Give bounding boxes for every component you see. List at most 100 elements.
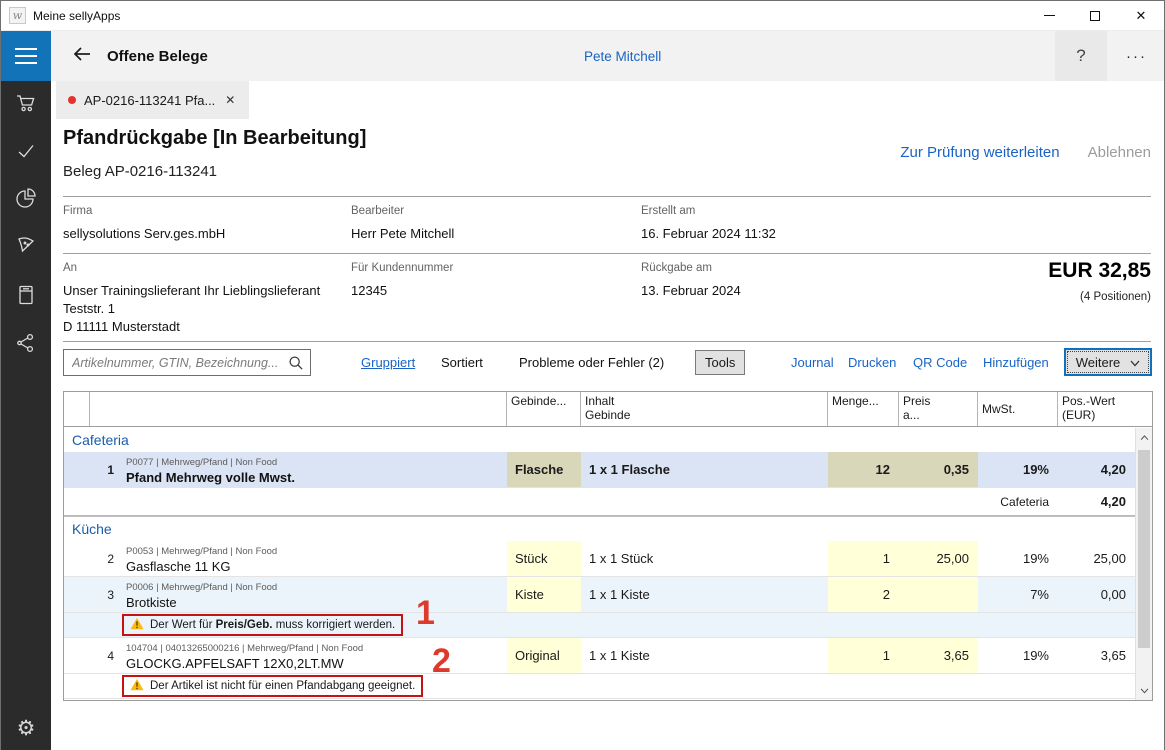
col-gebinde-header[interactable]: Gebinde... [507, 392, 581, 426]
mwst-cell: 7% [978, 577, 1058, 612]
red-annotation-2: 2 [432, 644, 451, 678]
gebinde-cell[interactable]: Original [507, 638, 581, 673]
gebinde-cell[interactable]: Flasche [507, 452, 581, 487]
table-row[interactable]: 1 P0077 | Mehrweg/Pfand | Non Food Pfand… [64, 452, 1135, 488]
menge-cell[interactable]: 12 [828, 452, 899, 487]
page-title: Offene Belege [107, 48, 208, 65]
inhalt-cell: 1 x 1 Kiste [581, 638, 828, 673]
filter-sortiert[interactable]: Sortiert [441, 355, 483, 370]
filter-gruppiert[interactable]: Gruppiert [361, 355, 415, 370]
book-icon [14, 283, 38, 312]
scrollbar-thumb[interactable] [1138, 450, 1150, 648]
settings-gear-icon[interactable]: ⚙ [17, 716, 36, 740]
col-preis-header[interactable]: Preis a... [899, 392, 978, 426]
drucken-link[interactable]: Drucken [848, 355, 896, 370]
col-poswert-header[interactable]: Pos.-Wert (EUR) [1058, 392, 1152, 426]
scroll-up-icon[interactable] [1136, 430, 1152, 445]
menge-cell[interactable]: 1 [828, 638, 899, 673]
group-header-cafeteria[interactable]: Cafeteria [64, 427, 1135, 452]
erstellt-value: 16. Februar 2024 11:32 [641, 225, 776, 243]
help-button[interactable]: ? [1055, 31, 1107, 81]
back-button[interactable] [71, 44, 93, 69]
article-search [63, 349, 311, 376]
search-icon[interactable] [288, 355, 310, 370]
col-menge-header[interactable]: Menge... [828, 392, 899, 426]
table-scrollbar[interactable] [1135, 428, 1152, 700]
divider [63, 341, 1151, 342]
menge-cell[interactable]: 2 [828, 577, 899, 612]
qr-code-link[interactable]: QR Code [913, 355, 967, 370]
warning-row: Der Artikel ist nicht für einen Pfandabg… [64, 674, 1135, 699]
filter-probleme-fehler[interactable]: Probleme oder Fehler (2) [519, 355, 664, 370]
document-title: Pfandrückgabe [In Bearbeitung] [63, 127, 366, 150]
forward-for-review-button[interactable]: Zur Prüfung weiterleiten [900, 144, 1059, 161]
search-input[interactable] [64, 356, 288, 370]
poswert-cell: 4,20 [1058, 452, 1135, 487]
minimize-button[interactable] [1026, 1, 1072, 31]
inhalt-cell: 1 x 1 Kiste [581, 577, 828, 612]
article-cell: 3 P0006 | Mehrweg/Pfand | Non Food Brotk… [90, 577, 507, 612]
preis-cell[interactable]: 3,65 [899, 638, 978, 673]
gebinde-cell[interactable]: Stück [507, 541, 581, 576]
poswert-cell: 3,65 [1058, 638, 1135, 673]
hamburger-menu-button[interactable] [1, 31, 51, 81]
sidebar-item-tasks[interactable] [1, 129, 51, 177]
maximize-button[interactable] [1072, 1, 1118, 31]
table-row[interactable]: 4 104704 | 04013265000216 | Mehrweg/Pfan… [64, 638, 1135, 674]
unsaved-dot-icon [68, 96, 76, 104]
group-header-kueche[interactable]: Küche [64, 516, 1135, 541]
document-tab[interactable]: AP-0216-113241 Pfa... ✕ [56, 81, 249, 119]
mwst-cell: 19% [978, 638, 1058, 673]
close-button[interactable]: ✕ [1118, 1, 1164, 31]
table-toolbar: Gruppiert Sortiert Probleme oder Fehler … [51, 347, 1164, 383]
total-amount: EUR 32,85 [1048, 259, 1151, 283]
positions-table: Gebinde... Inhalt Gebinde Menge... Preis… [63, 391, 1153, 701]
window-titlebar: w Meine sellyApps ✕ [1, 1, 1164, 31]
table-row[interactable]: 2 P0053 | Mehrweg/Pfand | Non Food Gasfl… [64, 541, 1135, 577]
user-name[interactable]: Pete Mitchell [584, 31, 661, 81]
preis-cell[interactable] [899, 577, 978, 612]
table-row[interactable]: 3 P0006 | Mehrweg/Pfand | Non Food Brotk… [64, 577, 1135, 613]
article-code: 104704 | 04013265000216 | Mehrweg/Pfand … [126, 642, 363, 655]
mwst-cell: 19% [978, 452, 1058, 487]
menge-cell[interactable]: 1 [828, 541, 899, 576]
col-article-header[interactable] [90, 392, 507, 426]
kundennummer-label: Für Kundennummer [351, 262, 453, 274]
tools-button[interactable]: Tools [695, 350, 745, 375]
an-line2: Teststr. 1 [63, 300, 320, 318]
an-line3: D 11111 Musterstadt [63, 318, 320, 336]
reject-button[interactable]: Ablehnen [1088, 144, 1151, 161]
more-options-button[interactable]: ··· [1109, 31, 1164, 81]
bearbeiter-label: Bearbeiter [351, 205, 404, 217]
col-inhalt-header[interactable]: Inhalt Gebinde [581, 392, 828, 426]
row-select-cell [64, 577, 90, 612]
warning-triangle-icon [130, 678, 144, 694]
preis-cell[interactable]: 0,35 [899, 452, 978, 487]
share-icon [14, 331, 38, 360]
document-number: Beleg AP-0216-113241 [63, 163, 217, 180]
cart-icon [14, 91, 38, 120]
preis-cell[interactable]: 25,00 [899, 541, 978, 576]
sidebar-item-network[interactable] [1, 321, 51, 369]
sidebar-item-cart[interactable] [1, 81, 51, 129]
subtotal-label: Cafeteria [978, 488, 1058, 515]
hinzufuegen-link[interactable]: Hinzufügen [983, 355, 1049, 370]
tab-close-icon[interactable]: ✕ [223, 91, 237, 109]
group-subtotal-row: Cafeteria 4,20 [64, 488, 1135, 516]
col-mwst-header[interactable]: MwSt. [978, 392, 1058, 426]
col-select-header[interactable] [64, 392, 90, 426]
journal-link[interactable]: Journal [791, 355, 834, 370]
positions-count: (4 Positionen) [1080, 291, 1151, 303]
chevron-down-icon [1130, 355, 1140, 370]
weitere-button[interactable]: Weitere [1064, 348, 1152, 376]
weitere-label: Weitere [1076, 355, 1121, 370]
rueckgabe-label: Rückgabe am [641, 262, 712, 274]
erstellt-label: Erstellt am [641, 205, 695, 217]
sidebar-item-offers[interactable] [1, 225, 51, 273]
sidebar-item-catalog[interactable] [1, 273, 51, 321]
sidebar-item-reports[interactable] [1, 177, 51, 225]
scroll-down-icon[interactable] [1136, 683, 1152, 698]
gebinde-cell[interactable]: Kiste [507, 577, 581, 612]
sidebar: ⚙ [1, 31, 51, 750]
warning-row: Der Wert für Preis/Geb. muss korrigiert … [64, 613, 1135, 638]
